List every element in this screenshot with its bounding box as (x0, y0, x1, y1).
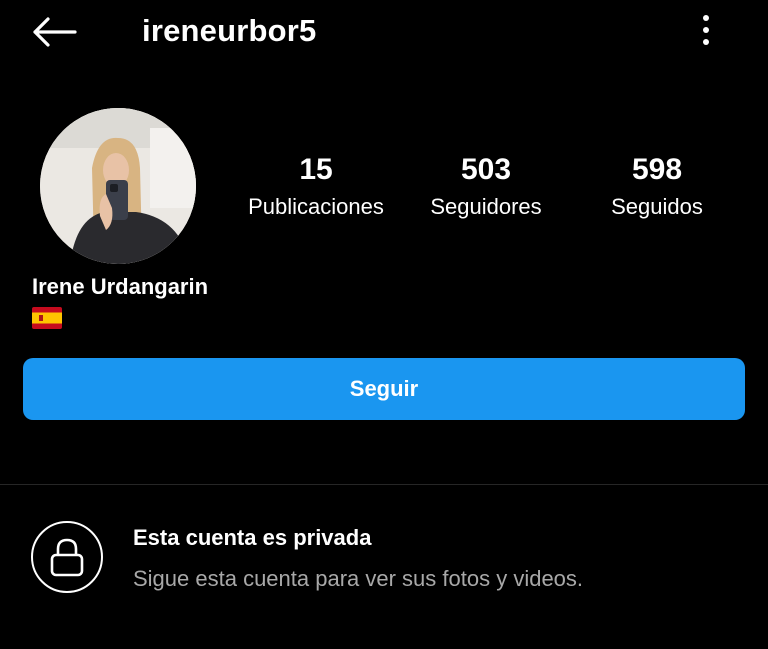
profile-full-name: Irene Urdangarin (32, 274, 209, 299)
private-account-subtitle: Sigue esta cuenta para ver sus fotos y v… (133, 566, 584, 591)
stat-label: Publicaciones (248, 194, 384, 219)
spain-flag-icon (32, 307, 62, 329)
stat-label: Seguidores (430, 194, 542, 219)
section-divider (0, 484, 768, 485)
stat-posts[interactable]: 15 Publicaciones (231, 150, 401, 222)
more-vertical-icon (703, 15, 709, 45)
follow-button[interactable]: Seguir (23, 358, 745, 420)
lock-badge (31, 521, 103, 593)
private-account-title: Esta cuenta es privada (133, 525, 372, 550)
stat-value: 503 (460, 153, 512, 186)
stat-following[interactable]: 598 Seguidos (572, 150, 742, 222)
avatar-photo (40, 108, 196, 264)
stat-followers[interactable]: 503 Seguidores (401, 150, 571, 222)
profile-screen: ireneurbor5 15 Publicaciones 503 Seguido… (0, 0, 768, 649)
profile-username: ireneurbor5 (142, 13, 317, 48)
back-button[interactable] (28, 12, 80, 52)
stat-value: 15 (299, 153, 333, 186)
stat-value: 598 (631, 153, 683, 186)
lock-icon (50, 538, 84, 577)
more-options-button[interactable] (690, 12, 722, 48)
avatar[interactable] (40, 108, 196, 264)
arrow-left-icon (33, 17, 77, 47)
stat-label: Seguidos (611, 194, 703, 219)
